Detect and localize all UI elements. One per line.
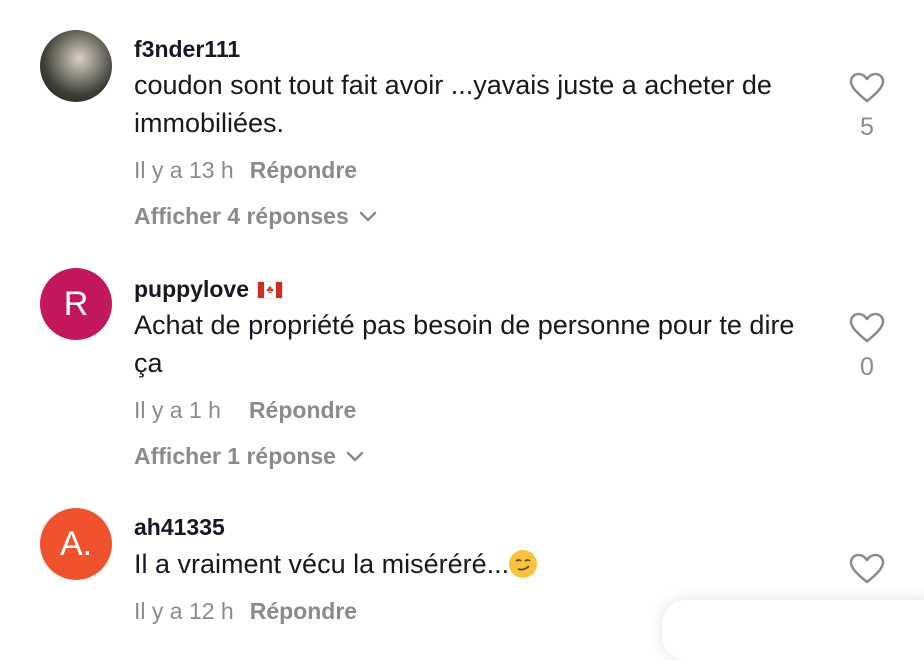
comment-meta: Il y a 1 h Répondre bbox=[134, 397, 356, 424]
comment-text: coudon sont tout fait avoir ...yavais ju… bbox=[134, 70, 772, 138]
comment-meta: Il y a 13 h Répondre bbox=[134, 157, 357, 184]
comment-text-content: Il a vraiment vécu la miséréré... bbox=[134, 549, 510, 579]
heart-outline-icon bbox=[849, 72, 885, 103]
reply-button[interactable]: Répondre bbox=[249, 397, 356, 424]
avatar-letter: R bbox=[63, 284, 89, 323]
comment-username[interactable]: f3nder111 bbox=[134, 36, 240, 63]
like-button[interactable]: 5 bbox=[846, 72, 888, 142]
view-replies-button[interactable]: Afficher 1 réponse bbox=[134, 443, 364, 470]
comment-time: Il y a 12 h bbox=[134, 598, 234, 624]
comment-text: Achat de propriété pas besoin de personn… bbox=[134, 310, 795, 378]
view-replies-label[interactable]: Afficher 4 réponses bbox=[134, 203, 349, 230]
avatar-letter: A. bbox=[59, 524, 93, 563]
comment-text: Il a vraiment vécu la miséréré... bbox=[134, 545, 824, 583]
comment-meta: Il y a 12 h Répondre bbox=[134, 598, 357, 625]
like-count: 0 bbox=[860, 353, 874, 381]
reply-button[interactable]: Répondre bbox=[250, 598, 357, 625]
username-text[interactable]: f3nder111 bbox=[134, 36, 240, 63]
comment-time: Il y a 13 h bbox=[134, 157, 234, 183]
chevron-down-icon bbox=[346, 451, 364, 461]
chevron-down-icon bbox=[359, 211, 376, 221]
like-count: 5 bbox=[860, 113, 874, 141]
reply-button[interactable]: Répondre bbox=[250, 157, 357, 184]
heart-outline-icon bbox=[849, 312, 885, 343]
avatar[interactable] bbox=[40, 30, 112, 102]
username-text[interactable]: puppylove bbox=[134, 276, 249, 303]
comment-username[interactable]: puppylove ♣ bbox=[134, 276, 284, 303]
like-button[interactable] bbox=[846, 553, 888, 590]
view-replies-label[interactable]: Afficher 1 réponse bbox=[134, 443, 336, 470]
heart-outline-icon bbox=[849, 553, 885, 584]
smirk-emoji-icon bbox=[509, 550, 538, 578]
floating-popup[interactable] bbox=[662, 600, 924, 660]
canada-flag-icon: ♣ bbox=[257, 280, 284, 299]
comment-time: Il y a 1 h bbox=[134, 397, 221, 423]
view-replies-button[interactable]: Afficher 4 réponses bbox=[134, 203, 377, 230]
comment-username[interactable]: ah41335 bbox=[134, 514, 225, 541]
like-button[interactable]: 0 bbox=[846, 312, 888, 382]
avatar[interactable]: R bbox=[40, 268, 112, 340]
avatar[interactable]: A. bbox=[40, 508, 112, 580]
username-text[interactable]: ah41335 bbox=[134, 514, 225, 541]
